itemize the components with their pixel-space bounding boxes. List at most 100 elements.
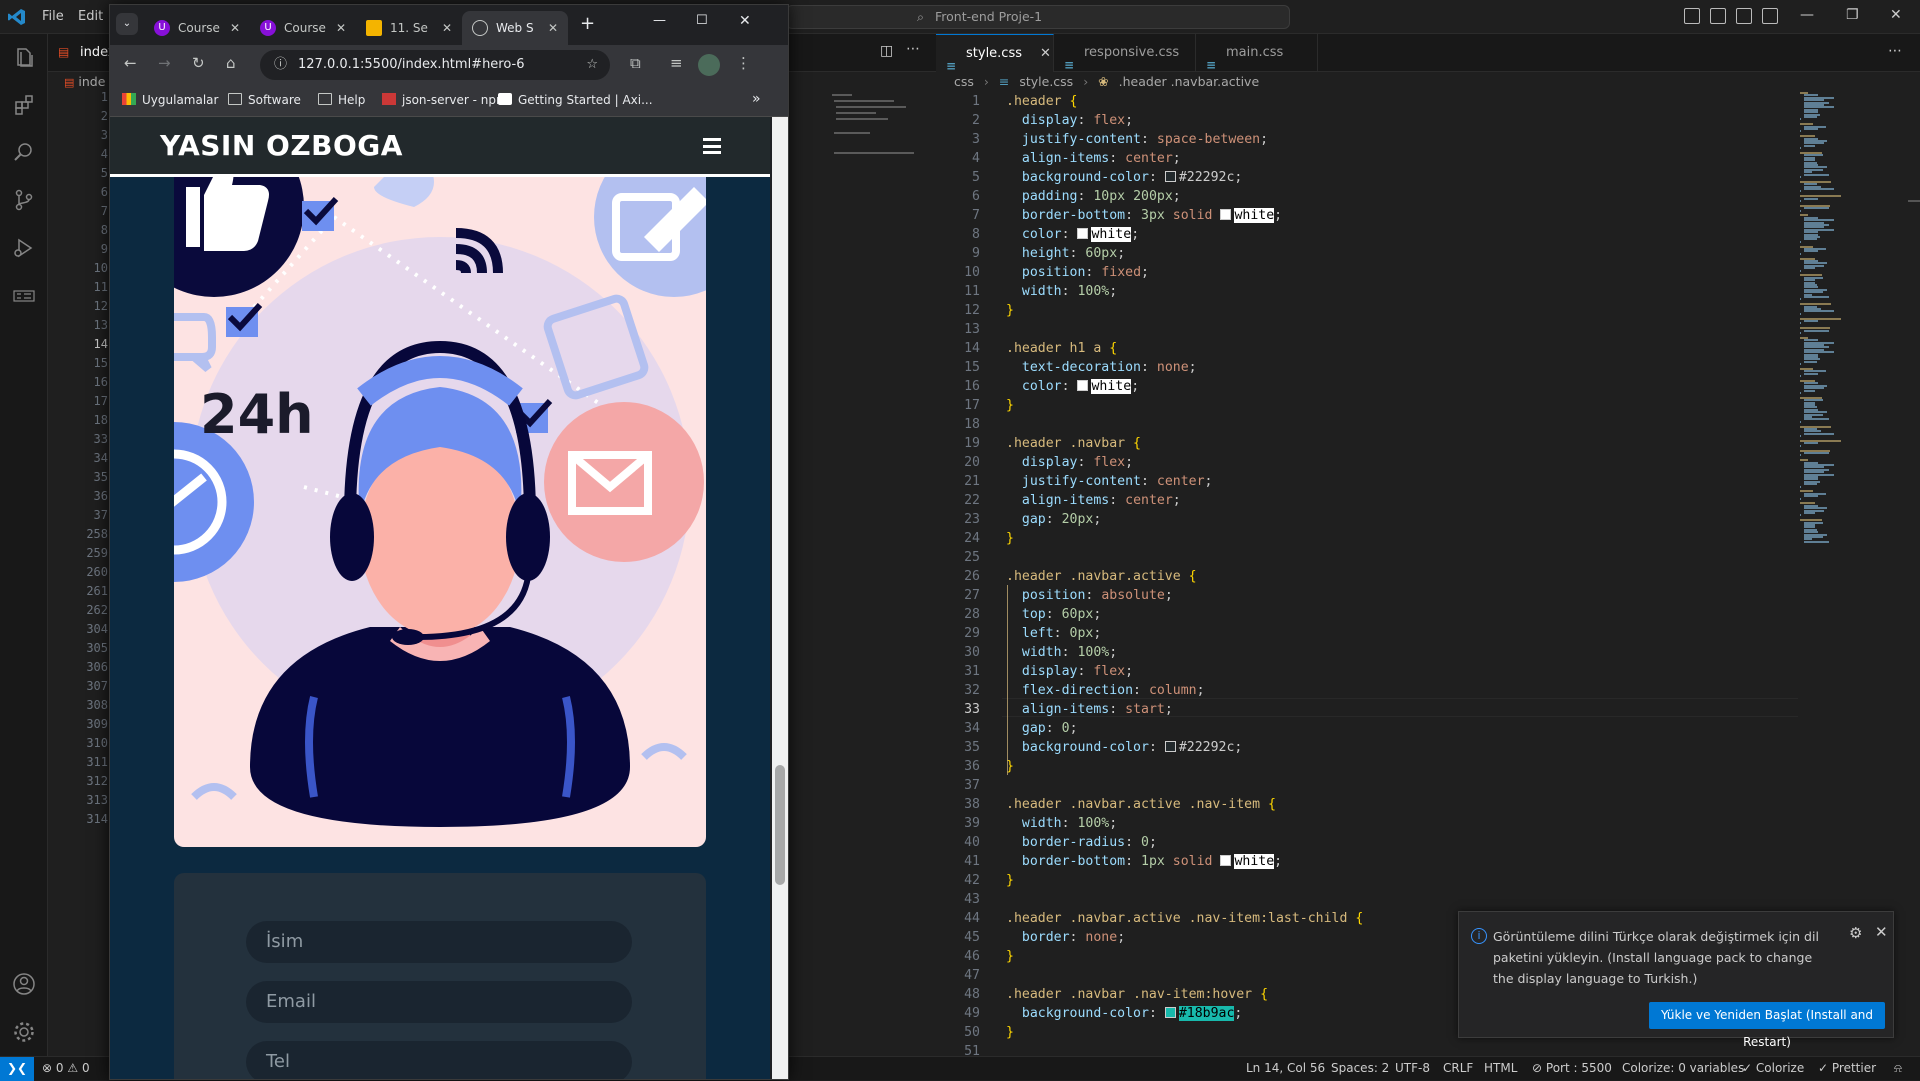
more-actions-icon[interactable]: ⋯	[1888, 43, 1902, 59]
line-number: 36	[93, 489, 108, 503]
run-debug-icon[interactable]	[12, 236, 36, 260]
maximize-icon[interactable]: ☐	[696, 13, 708, 28]
tab-main-css[interactable]: ≡ main.css	[1196, 34, 1318, 72]
minimap-line	[1800, 454, 1801, 457]
page-scrollbar[interactable]	[772, 117, 788, 1079]
restore-icon[interactable]: ❐	[1846, 7, 1859, 23]
bookmark-star-icon[interactable]: ☆	[586, 50, 598, 80]
browser-tab[interactable]: U Course ✕	[144, 11, 250, 45]
code-text: color: white;	[1021, 379, 1140, 394]
line-number: 258	[86, 527, 108, 541]
more-bookmarks-icon[interactable]: »	[752, 91, 761, 107]
code-text: text-decoration: none;	[1021, 360, 1197, 375]
encoding[interactable]: UTF-8	[1395, 1061, 1430, 1075]
back-icon[interactable]: ←	[124, 54, 137, 72]
hamburger-menu-icon[interactable]	[703, 138, 721, 154]
codegpt-icon[interactable]	[12, 284, 36, 308]
site-info-icon[interactable]: ⓘ	[274, 50, 287, 80]
minimize-icon[interactable]: —	[653, 13, 666, 28]
breadcrumb-symbol[interactable]: .header .navbar.active	[1119, 74, 1260, 89]
browser-tab-active[interactable]: Web S ✕	[462, 11, 568, 45]
settings-gear-icon[interactable]	[12, 1020, 36, 1044]
minimap[interactable]	[1800, 92, 1860, 552]
phone-field[interactable]: Tel	[246, 1041, 632, 1079]
close-tab-icon[interactable]: ✕	[1040, 46, 1051, 61]
close-tab-icon[interactable]: ✕	[336, 11, 346, 45]
bookmark-folder-software[interactable]: Software	[228, 93, 301, 107]
colorize-variables[interactable]: Colorize: 0 variables	[1622, 1061, 1744, 1075]
reload-icon[interactable]: ↻	[192, 54, 205, 72]
notifications-bell-icon[interactable]: ⍾	[1894, 1061, 1902, 1076]
toggle-panel-icon[interactable]	[1710, 8, 1726, 24]
line-number: 23	[964, 512, 980, 527]
indentation[interactable]: Spaces: 2	[1331, 1061, 1389, 1075]
name-field[interactable]: İsim	[246, 921, 632, 963]
bookmark-axios[interactable]: Getting Started | Axi...	[498, 93, 653, 107]
forward-icon[interactable]: →	[158, 54, 171, 72]
line-number: 25	[964, 550, 980, 565]
toggle-secondary-sidebar-icon[interactable]	[1736, 8, 1752, 24]
language-mode[interactable]: HTML	[1484, 1061, 1517, 1075]
tab-responsive-css[interactable]: ≡ responsive.css	[1054, 34, 1196, 72]
browser-menu-icon[interactable]: ⋮	[736, 54, 751, 72]
split-editor-icon[interactable]: ◫	[880, 43, 893, 59]
left-breadcrumb-file[interactable]: inde	[78, 74, 105, 89]
profile-avatar[interactable]	[698, 54, 720, 76]
breadcrumb-file[interactable]: style.css	[1019, 74, 1073, 89]
bookmark-folder-help[interactable]: Help	[318, 93, 365, 107]
tab-label: responsive.css	[1084, 45, 1180, 60]
site-logo[interactable]: YASIN OZBOGA	[160, 129, 403, 162]
extensions-icon[interactable]	[12, 92, 36, 116]
search-icon[interactable]	[12, 140, 36, 164]
breadcrumb-folder[interactable]: css	[954, 74, 974, 89]
close-tab-icon[interactable]: ✕	[442, 11, 452, 45]
close-window-icon[interactable]: ✕	[739, 13, 751, 29]
minimap-line	[1800, 209, 1801, 212]
close-tab-icon[interactable]: ✕	[230, 11, 240, 45]
reading-list-icon[interactable]: ≡	[670, 54, 683, 72]
explorer-icon[interactable]	[12, 46, 36, 70]
home-icon[interactable]: ⌂	[226, 54, 236, 72]
browser-tab[interactable]: U Course ✕	[250, 11, 356, 45]
browser-tab[interactable]: 11. Se ✕	[356, 11, 462, 45]
close-window-icon[interactable]: ✕	[1890, 7, 1902, 23]
cursor-position[interactable]: Ln 14, Col 56	[1246, 1061, 1325, 1075]
line-number: 304	[86, 622, 108, 636]
new-tab-icon[interactable]: +	[580, 13, 595, 34]
minimap-line	[1800, 322, 1801, 325]
minimize-icon[interactable]: —	[1800, 7, 1814, 23]
minimap-line	[1800, 444, 1801, 447]
notification-settings-gear-icon[interactable]: ⚙	[1849, 924, 1862, 942]
bookmark-json-server[interactable]: json-server - npm	[382, 93, 508, 107]
tab-search-icon[interactable]: ⌄	[116, 13, 138, 35]
source-control-icon[interactable]	[12, 188, 36, 212]
account-icon[interactable]	[12, 972, 36, 996]
extensions-puzzle-icon[interactable]: ⧉	[630, 54, 641, 72]
end-of-line[interactable]: CRLF	[1443, 1061, 1473, 1075]
email-field[interactable]: Email	[246, 981, 632, 1023]
menu-edit[interactable]: Edit	[78, 9, 103, 24]
close-tab-icon[interactable]: ✕	[548, 11, 558, 45]
minimap-line	[1804, 442, 1818, 445]
line-number: 12	[964, 303, 980, 318]
notification-close-icon[interactable]: ✕	[1875, 923, 1888, 941]
tab-style-css[interactable]: ≡ style.css ✕	[936, 34, 1054, 73]
problems-status[interactable]: ⊗ 0 ⚠ 0	[42, 1061, 90, 1075]
command-center[interactable]: ⌕ Front-end Proje-1	[786, 5, 1290, 29]
toggle-primary-sidebar-icon[interactable]	[1684, 8, 1700, 24]
install-and-restart-button[interactable]: Yükle ve Yeniden Başlat (Install and Res…	[1649, 1002, 1885, 1049]
address-bar[interactable]: ⓘ 127.0.0.1:5500/index.html#hero-6 ☆	[260, 50, 610, 80]
customize-layout-icon[interactable]	[1762, 8, 1778, 24]
line-number: 13	[93, 318, 108, 332]
menu-file[interactable]: File	[42, 9, 64, 24]
page-scrollbar-thumb[interactable]	[775, 765, 785, 885]
more-actions-icon[interactable]: ⋯	[906, 41, 920, 57]
browser-window: ⌄ U Course ✕ U Course ✕ 11. Se ✕ Web S ✕ + — ☐…	[109, 4, 789, 1080]
prettier-status[interactable]: ✓ Prettier	[1818, 1061, 1876, 1075]
bookmark-apps[interactable]: Uygulamalar	[122, 93, 218, 107]
live-server-port[interactable]: ⊘ Port : 5500	[1532, 1061, 1612, 1075]
remote-indicator-icon[interactable]: ❯❮	[0, 1057, 34, 1081]
code-editor[interactable]: 1 .header {2 display: flex; 3 justify-cont…	[936, 92, 1796, 1059]
colorize-status[interactable]: ✓ Colorize	[1742, 1061, 1804, 1075]
minimap-line	[1800, 435, 1801, 438]
